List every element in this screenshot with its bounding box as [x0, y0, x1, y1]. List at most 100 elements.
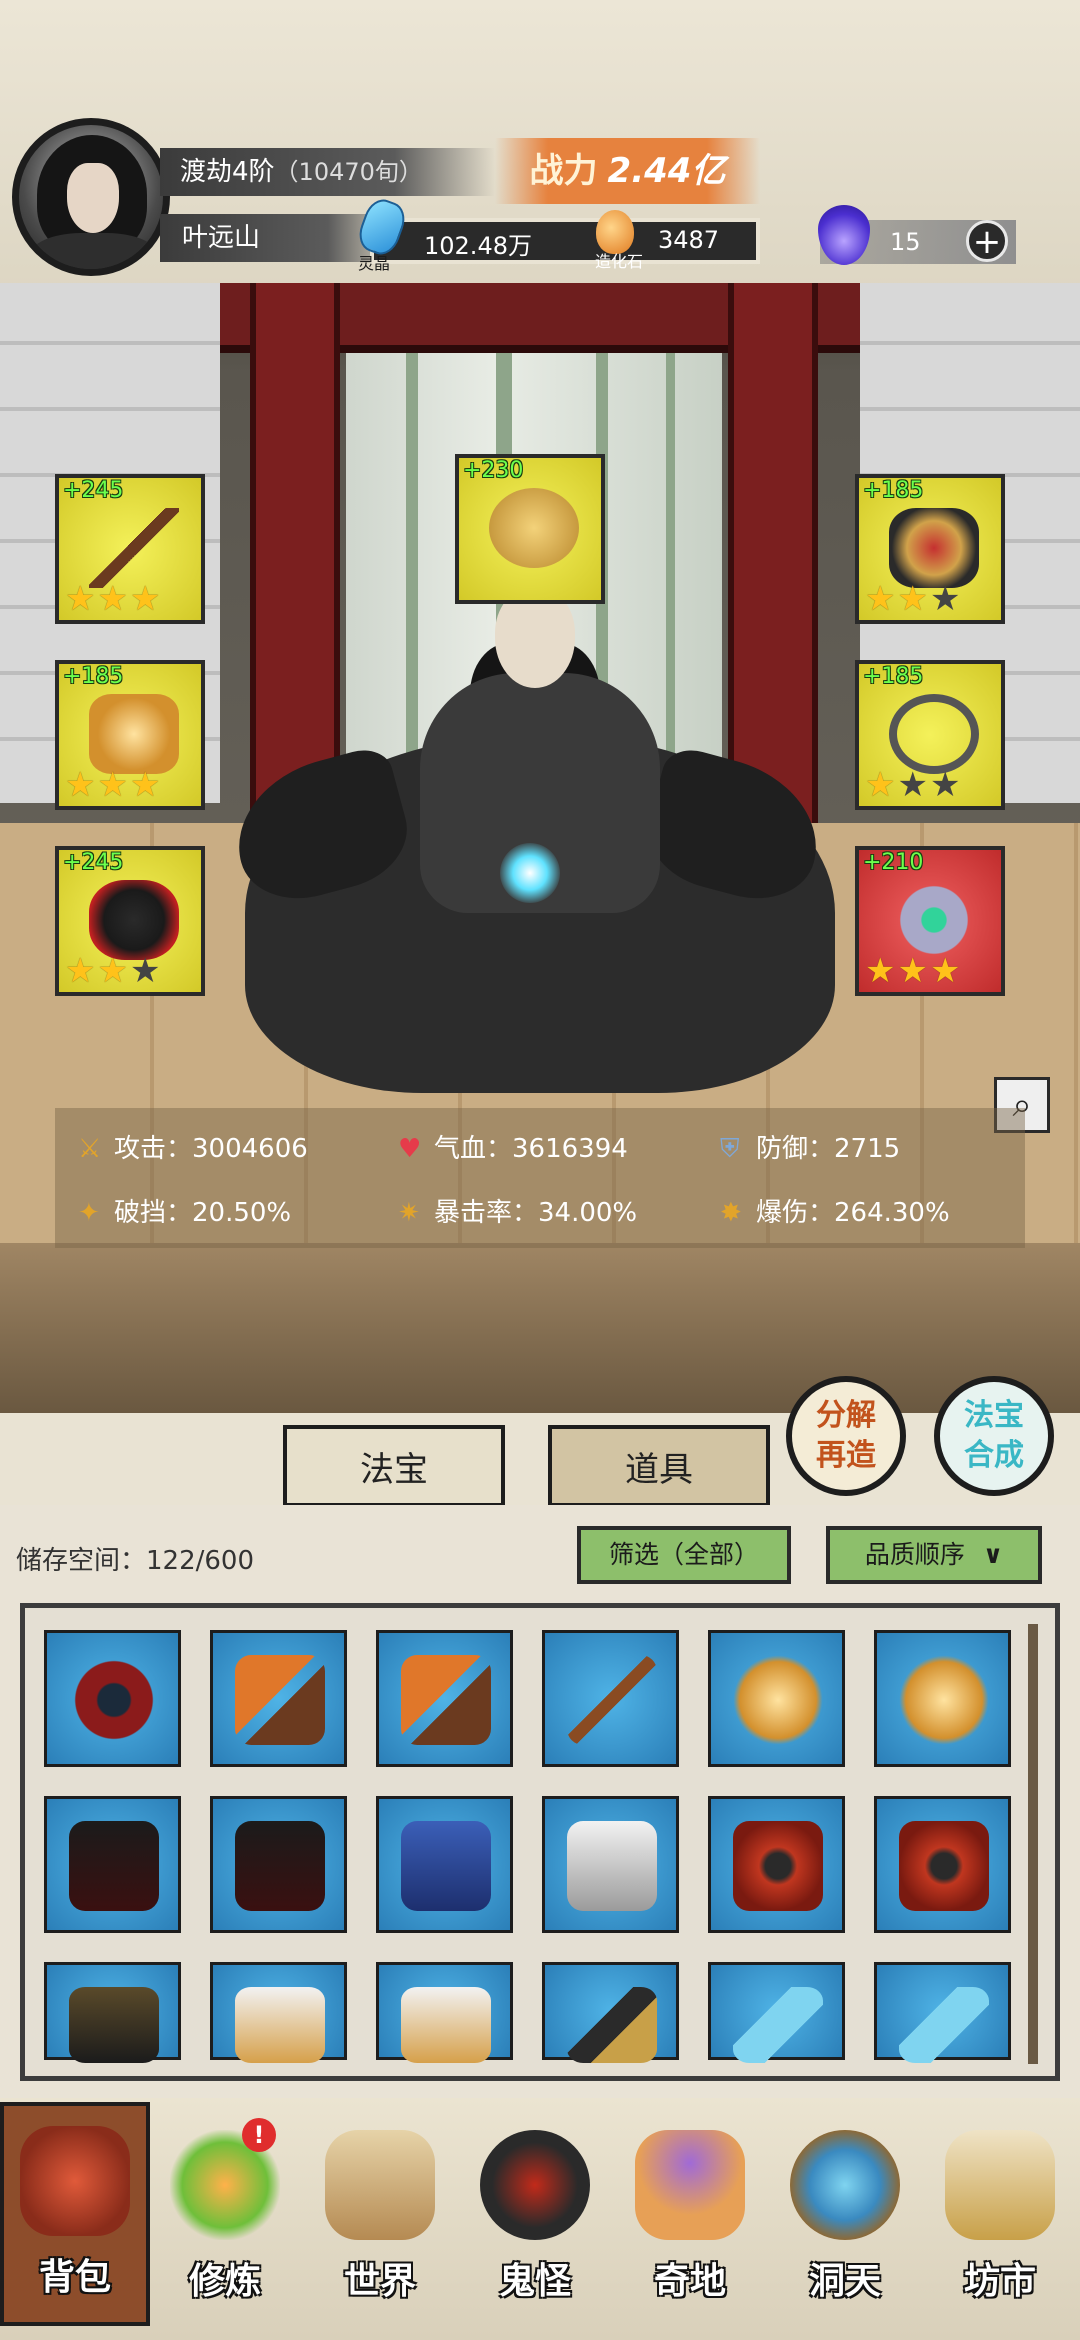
nav-world[interactable]: 世界 [305, 2110, 455, 2330]
saw-disc-icon [69, 1655, 159, 1745]
floor-front [0, 1243, 1080, 1413]
golden-ornament-icon [489, 488, 579, 568]
tab-fabao[interactable]: 法宝 [283, 1425, 505, 1507]
equip-slot-crown[interactable]: +185 ★★★ [855, 474, 1005, 624]
lingjing-label: 灵晶 [358, 254, 391, 273]
scroll-map-icon [325, 2130, 435, 2240]
nav-cave-heaven[interactable]: 洞天 [770, 2110, 920, 2330]
equip-slot-weapon[interactable]: +245 ★★★ [55, 474, 205, 624]
inventory-item-red-armor[interactable] [708, 1796, 845, 1933]
stat-break: ✦ 破挡：20.50% [78, 1192, 291, 1229]
equip-stars: ★★★ [865, 954, 962, 988]
equip-stars: ★★★ [65, 582, 162, 616]
star-empty-icon: ★ [929, 765, 963, 805]
sword-icon: ⚔ [78, 1134, 102, 1164]
inventory-scrollbar[interactable] [1028, 1624, 1038, 2064]
inventory-item-silver-armor[interactable] [376, 1962, 513, 2063]
golden-armor-icon [733, 1655, 823, 1745]
star-filled-icon: ★ [65, 579, 98, 619]
inventory-item-dark-robe[interactable] [44, 1796, 181, 1933]
market-stall-icon [945, 2130, 1055, 2240]
nav-secret-land[interactable]: 奇地 [615, 2110, 765, 2330]
nav-label: 修炼 [188, 2261, 261, 2302]
star-filled-icon: ★ [65, 765, 98, 805]
shield-icon: ⛨ [720, 1134, 740, 1164]
equip-slot-ring[interactable]: +210 ★★★ [855, 846, 1005, 996]
inventory-item-axe[interactable] [376, 1630, 513, 1767]
nav-market[interactable]: 坊市 [925, 2110, 1075, 2330]
spirit-orb-icon [500, 843, 560, 903]
inventory-item-saw-disc[interactable] [44, 1630, 181, 1767]
stat-hp-text: 气血：3616394 [434, 1134, 628, 1164]
power-value: 2.44亿 [607, 151, 726, 191]
equip-bonus: +185 [863, 664, 924, 689]
inventory-item-golden-armor[interactable] [708, 1630, 845, 1767]
inventory-item-axe[interactable] [210, 1630, 347, 1767]
equip-bonus: +210 [863, 850, 924, 875]
chevron-down-icon: ∨ [982, 1540, 1004, 1569]
lingjing-value: 102.48万 [424, 232, 532, 260]
star-filled-icon: ★ [865, 765, 898, 805]
white-robe-icon [567, 1821, 657, 1911]
inventory-item-white-robe[interactable] [542, 1796, 679, 1933]
sort-button[interactable]: 品质顺序 ∨ [826, 1526, 1042, 1584]
nav-label: 鬼怪 [498, 2261, 571, 2302]
equip-bonus: +230 [463, 458, 524, 483]
ring-icon [889, 880, 979, 960]
decompose-button[interactable]: 分解 再造 [786, 1376, 906, 1496]
silver-armor-icon [401, 1987, 491, 2063]
star-filled-icon: ★ [897, 951, 930, 991]
equip-slot-talisman[interactable]: +230 [455, 454, 605, 604]
star-filled-icon: ★ [929, 951, 963, 991]
realm-progress: （10470旬） [274, 158, 423, 186]
dark-robe-icon [235, 1821, 325, 1911]
star-empty-icon: ★ [929, 579, 963, 619]
inventory-item-gauntlet[interactable] [542, 1962, 679, 2063]
inventory-item-golden-armor[interactable] [874, 1630, 1011, 1767]
portal-icon [790, 2130, 900, 2240]
stat-crit-damage-text: 爆伤：264.30% [756, 1198, 950, 1228]
inventory-item-red-armor[interactable] [874, 1796, 1011, 1933]
boots-icon [89, 880, 179, 960]
stat-crit-damage: ✸ 爆伤：264.30% [720, 1192, 950, 1229]
filter-button[interactable]: 筛选（全部） [577, 1526, 791, 1584]
decompose-label-2: 再造 [816, 1438, 876, 1473]
equip-slot-boots[interactable]: +245 ★★★ [55, 846, 205, 996]
synthesize-label-2: 合成 [964, 1438, 1024, 1473]
equip-slot-necklace[interactable]: +185 ★★★ [855, 660, 1005, 810]
nav-cultivate[interactable]: 修炼 [150, 2110, 300, 2330]
golden-armor-icon [89, 694, 179, 774]
tab-daoju[interactable]: 道具 [548, 1425, 770, 1507]
inventory-item-blue-blade[interactable] [874, 1962, 1011, 2063]
add-resource-button[interactable]: + [966, 220, 1008, 262]
nav-monster[interactable]: 鬼怪 [460, 2110, 610, 2330]
star-filled-icon: ★ [97, 765, 130, 805]
equip-slot-armor[interactable]: +185 ★★★ [55, 660, 205, 810]
red-armor-icon [899, 1821, 989, 1911]
nav-label: 奇地 [653, 2261, 726, 2302]
broken-shield-icon: ✦ [78, 1198, 100, 1228]
nav-label: 背包 [38, 2257, 111, 2298]
star-filled-icon: ★ [129, 579, 163, 619]
stat-break-text: 破挡：20.50% [114, 1198, 292, 1228]
stat-crit-rate: ✷ 暴击率：34.00% [398, 1192, 637, 1229]
realm-bar: 渡劫4阶（10470旬） [160, 148, 495, 196]
synthesize-button[interactable]: 法宝 合成 [934, 1376, 1054, 1496]
inventory-item-blue-robe[interactable] [376, 1796, 513, 1933]
resource-bar: 102.48万 3487 [370, 218, 760, 264]
stat-hp: ♥ 气血：3616394 [398, 1128, 628, 1165]
gauntlet-icon [567, 1987, 657, 2063]
inventory-item-staff[interactable] [542, 1630, 679, 1767]
equip-bonus: +245 [63, 850, 124, 875]
inventory-item-blue-blade[interactable] [708, 1962, 845, 2063]
inventory-item-dark-cloak[interactable] [44, 1962, 181, 2063]
mountain-shrine-icon [635, 2130, 745, 2240]
inventory-item-dark-robe[interactable] [210, 1796, 347, 1933]
star-filled-icon: ★ [129, 765, 163, 805]
equip-stars: ★★★ [65, 954, 162, 988]
player-avatar[interactable] [12, 118, 170, 276]
zaohua-value: 3487 [658, 226, 720, 254]
dark-cloak-icon [69, 1987, 159, 2063]
inventory-item-silver-armor[interactable] [210, 1962, 347, 2063]
nav-backpack[interactable]: 背包 [0, 2102, 150, 2326]
